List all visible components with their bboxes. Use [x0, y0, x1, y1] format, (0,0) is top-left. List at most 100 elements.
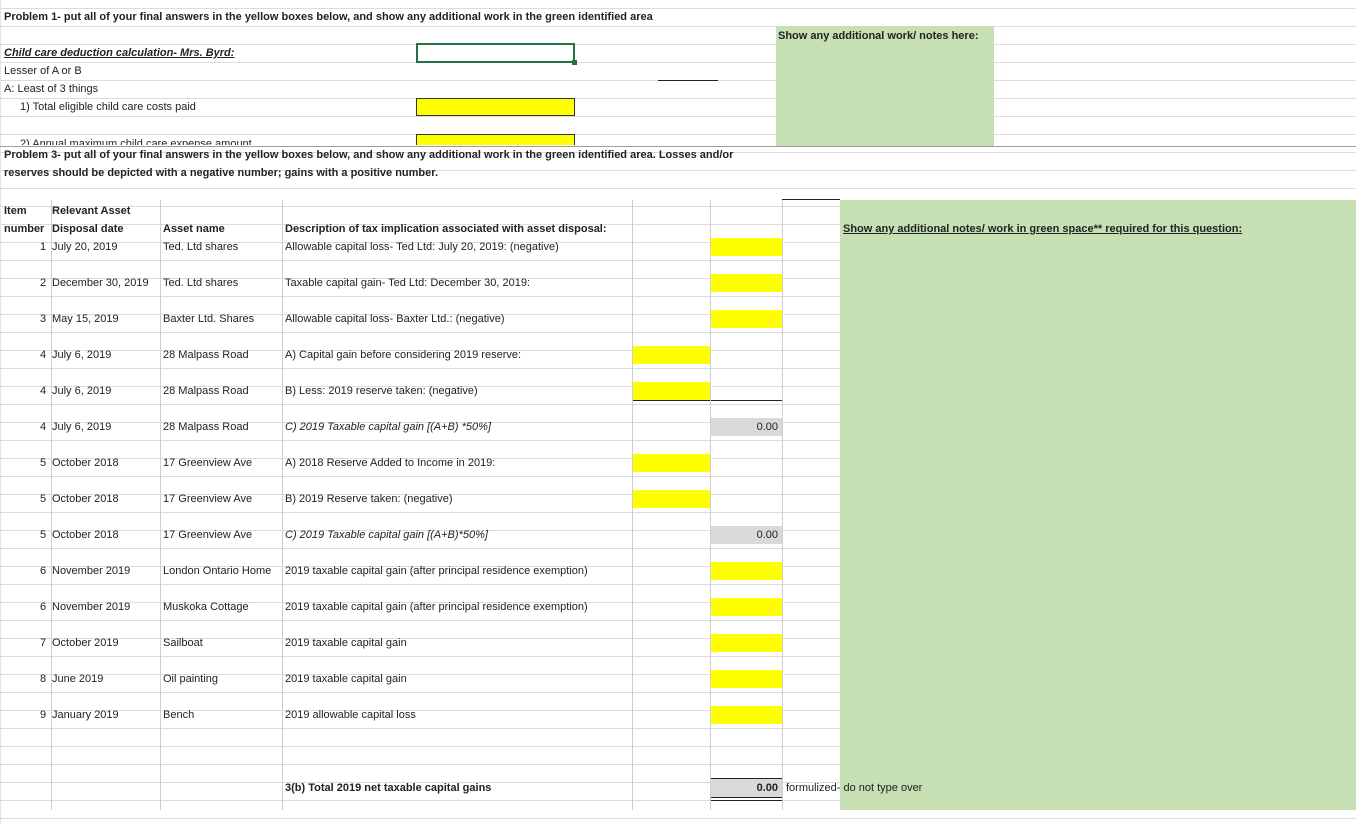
row-asset: Baxter Ltd. Shares [163, 313, 255, 325]
cell-border [782, 199, 840, 200]
answer-cell[interactable] [711, 310, 782, 328]
formula-cell: 0.00 [711, 418, 782, 436]
row-asset: Ted. Ltd shares [163, 241, 239, 253]
row-asset: Bench [163, 709, 195, 721]
row-desc: A) 2018 Reserve Added to Income in 2019: [285, 457, 496, 469]
total-label: 3(b) Total 2019 net taxable capital gain… [285, 782, 492, 794]
answer-cell[interactable] [711, 634, 782, 652]
total-double-underline [711, 797, 782, 801]
problem1-title: Child care deduction calculation- Mrs. B… [4, 47, 235, 59]
row-desc: Allowable capital loss- Ted Ltd: July 20… [285, 241, 559, 253]
col-header-asset-name: Asset name [163, 223, 225, 235]
row-asset: 28 Malpass Road [163, 421, 249, 433]
row-item: 8 [40, 673, 47, 685]
row-item: 5 [40, 529, 47, 541]
row-date: July 6, 2019 [52, 349, 112, 361]
row-asset: London Ontario Home [163, 565, 272, 577]
cell-border [658, 80, 718, 81]
col-header-item: Item [4, 205, 27, 217]
col-header-disposal-date: Disposal date [52, 223, 124, 235]
total-value-cell: 0.00 [711, 779, 782, 797]
col-header-description: Description of tax implication associate… [285, 223, 607, 235]
row-asset: 28 Malpass Road [163, 385, 249, 397]
row-item: 9 [40, 709, 47, 721]
problem1-header: Problem 1- put all of your final answers… [4, 11, 653, 23]
cell-border [711, 400, 782, 401]
row-asset: 17 Greenview Ave [163, 529, 253, 541]
row-desc: B) Less: 2019 reserve taken: (negative) [285, 385, 478, 397]
row-date: July 6, 2019 [52, 385, 112, 397]
row-item: 7 [40, 637, 47, 649]
row-desc: 2019 taxable capital gain [285, 637, 407, 649]
problem1-green-area[interactable]: Show any additional work/ notes here: [776, 26, 994, 146]
row-desc: 2019 taxable capital gain (after princip… [285, 565, 588, 577]
row-asset: Oil painting [163, 673, 219, 685]
row-asset: Muskoka Cottage [163, 601, 249, 613]
col-line [282, 200, 283, 810]
row-item: 4 [40, 349, 47, 361]
col-line [160, 200, 161, 810]
row-date: July 6, 2019 [52, 421, 112, 433]
problem1-item1: 1) Total eligible child care costs paid [20, 101, 196, 113]
answer-cell-selected[interactable] [416, 43, 577, 65]
row-desc: Taxable capital gain- Ted Ltd: December … [285, 277, 531, 289]
total-note: formulized- do not type over [786, 782, 923, 794]
answer-cell[interactable] [633, 346, 710, 364]
row-asset: Ted. Ltd shares [163, 277, 239, 289]
row-asset: Sailboat [163, 637, 203, 649]
row-date: November 2019 [52, 565, 131, 577]
row-item: 6 [40, 601, 47, 613]
row-desc: 2019 taxable capital gain (after princip… [285, 601, 588, 613]
answer-cell[interactable] [711, 598, 782, 616]
row-desc: Allowable capital loss- Baxter Ltd.: (ne… [285, 313, 505, 325]
row-date: November 2019 [52, 601, 131, 613]
row-asset: 28 Malpass Road [163, 349, 249, 361]
problem3-header-line1: Problem 3- put all of your final answers… [4, 149, 734, 161]
row-desc: C) 2019 Taxable capital gain [(A+B) *50%… [285, 421, 491, 433]
answer-cell[interactable] [633, 490, 710, 508]
row-date: December 30, 2019 [52, 277, 149, 289]
problem3-green-note: Show any additional notes/ work in green… [843, 223, 1243, 235]
problem3-green-area[interactable]: Show any additional notes/ work in green… [840, 200, 1356, 810]
problem1-line1: Lesser of A or B [4, 65, 82, 77]
row-desc: 2019 taxable capital gain [285, 673, 407, 685]
answer-cell[interactable] [711, 562, 782, 580]
answer-cell[interactable] [711, 706, 782, 724]
answer-cell[interactable] [711, 238, 782, 256]
row-asset: 17 Greenview Ave [163, 493, 253, 505]
row-item: 6 [40, 565, 47, 577]
row-item: 5 [40, 457, 47, 469]
answer-cell[interactable] [633, 382, 710, 401]
answer-cell-eligible-costs[interactable] [416, 98, 575, 116]
row-date: October 2018 [52, 457, 119, 469]
row-desc: B) 2019 Reserve taken: (negative) [285, 493, 453, 505]
row-item: 5 [40, 493, 47, 505]
row-item: 1 [40, 241, 47, 253]
problem3-header-line2: reserves should be depicted with a negat… [4, 167, 438, 179]
row-asset: 17 Greenview Ave [163, 457, 253, 469]
problem1-line2: A: Least of 3 things [4, 83, 99, 95]
formula-cell: 0.00 [711, 526, 782, 544]
row-date: October 2018 [52, 529, 119, 541]
answer-cell[interactable] [633, 454, 710, 472]
fill-handle[interactable] [572, 60, 577, 65]
col-header-number: number [4, 223, 45, 235]
col-header-relevant-asset: Relevant Asset [52, 205, 131, 217]
frozen-divider [0, 146, 1356, 147]
row-item: 4 [40, 421, 47, 433]
row-date: October 2019 [52, 637, 119, 649]
answer-cell[interactable] [711, 670, 782, 688]
col-line [782, 200, 783, 810]
answer-cell-annual-max[interactable] [416, 134, 575, 145]
row-desc: 2019 allowable capital loss [285, 709, 416, 721]
row-date: June 2019 [52, 673, 104, 685]
row-item: 2 [40, 277, 47, 289]
row-date: July 20, 2019 [52, 241, 118, 253]
row-date: October 2018 [52, 493, 119, 505]
row-item: 3 [40, 313, 47, 325]
answer-cell[interactable] [711, 274, 782, 292]
row-date: January 2019 [52, 709, 119, 721]
row-date: May 15, 2019 [52, 313, 119, 325]
problem1-green-note: Show any additional work/ notes here: [778, 30, 979, 42]
row-desc: C) 2019 Taxable capital gain [(A+B)*50%] [285, 529, 488, 541]
